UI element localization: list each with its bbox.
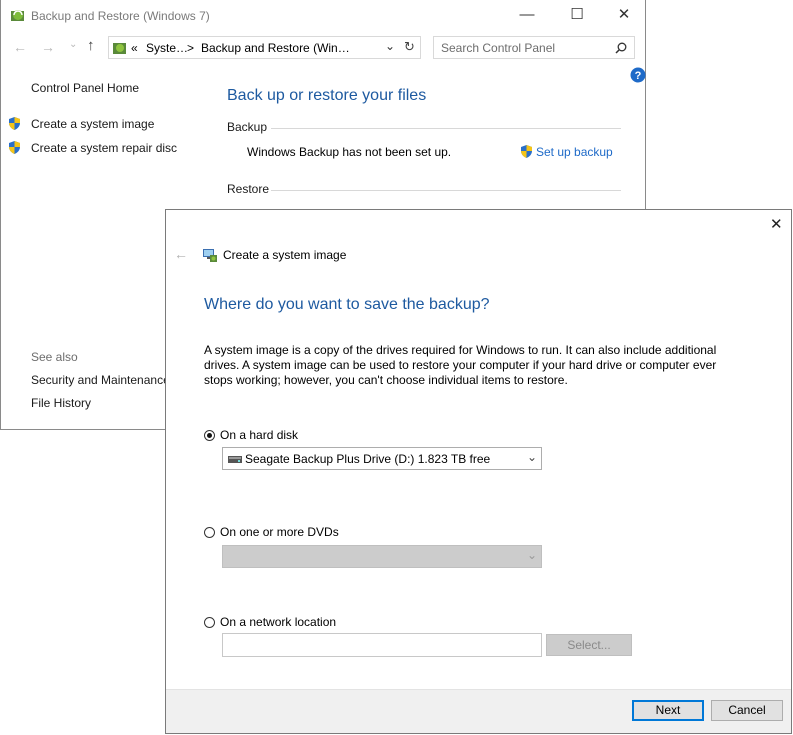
chevron-down-icon: ⌄ — [527, 548, 538, 562]
network-label[interactable]: On a network location — [220, 615, 336, 629]
security-maintenance-link[interactable]: Security and Maintenance — [31, 373, 170, 387]
see-also-header: See also — [31, 350, 78, 364]
uac-shield-icon — [521, 145, 532, 158]
create-repair-disc-link[interactable]: Create a system repair disc — [31, 141, 177, 155]
uac-shield-icon — [9, 117, 20, 130]
hard-disk-select[interactable]: Seagate Backup Plus Drive (D:) 1.823 TB … — [222, 447, 542, 470]
drive-icon — [228, 456, 242, 463]
restore-section-header: Restore — [227, 182, 270, 196]
back-arrow-icon[interactable]: ← — [13, 39, 27, 55]
hard-disk-selected-value: Seagate Backup Plus Drive (D:) 1.823 TB … — [245, 452, 491, 466]
divider — [271, 190, 621, 191]
dialog-description: A system image is a copy of the drives r… — [204, 343, 716, 388]
dialog-back-arrow-icon[interactable]: ← — [174, 246, 188, 262]
set-up-backup-link[interactable]: Set up backup — [536, 145, 613, 159]
hard-disk-label[interactable]: On a hard disk — [220, 428, 298, 442]
address-dropdown-icon[interactable]: ⌄ — [385, 39, 395, 53]
address-overflow[interactable]: « — [131, 41, 138, 55]
dialog-footer: Next Cancel — [166, 689, 791, 733]
dialog-heading: Where do you want to save the backup? — [204, 296, 490, 313]
refresh-icon[interactable]: ↻ — [404, 39, 415, 55]
network-radio[interactable] — [204, 617, 215, 628]
page-heading: Back up or restore your files — [227, 87, 427, 104]
description-line: drives. A system image can be used to re… — [204, 358, 717, 372]
address-bar[interactable]: « Syste… > Backup and Restore (Win… ⌄ ↻ — [108, 36, 421, 59]
maximize-button[interactable]: ☐ — [562, 5, 592, 25]
recent-chevron-icon[interactable]: ⌄ — [69, 39, 77, 50]
create-system-image-dialog: ✕ ← Create a system image Where do you w… — [165, 209, 792, 734]
control-panel-home-link[interactable]: Control Panel Home — [31, 81, 139, 95]
help-icon[interactable]: ? — [630, 67, 646, 83]
system-image-icon — [203, 249, 217, 262]
address-separator[interactable]: > — [187, 41, 194, 55]
create-system-image-link[interactable]: Create a system image — [31, 117, 154, 131]
window-title: Backup and Restore (Windows 7) — [31, 9, 210, 23]
dvds-select: ⌄ — [222, 545, 542, 568]
svg-text:?: ? — [635, 70, 642, 82]
dialog-close-button[interactable]: ✕ — [770, 215, 783, 233]
search-box[interactable]: Search Control Panel — [433, 36, 635, 59]
search-icon[interactable] — [615, 42, 627, 54]
divider — [271, 128, 621, 129]
address-segment-backup[interactable]: Backup and Restore (Win… — [201, 41, 350, 55]
network-location-input[interactable] — [222, 633, 542, 657]
backup-restore-app-icon — [11, 10, 24, 21]
cancel-button[interactable]: Cancel — [711, 700, 783, 721]
uac-shield-icon — [9, 141, 20, 154]
chevron-down-icon: ⌄ — [527, 450, 538, 464]
dvds-radio[interactable] — [204, 527, 215, 538]
backup-status: Windows Backup has not been set up. — [247, 145, 452, 159]
up-arrow-icon[interactable]: ↑ — [87, 37, 95, 54]
next-button[interactable]: Next — [632, 700, 704, 721]
hard-disk-radio[interactable] — [204, 430, 215, 441]
control-panel-icon — [113, 43, 126, 54]
minimize-button[interactable]: — — [512, 5, 542, 25]
close-button[interactable]: ✕ — [609, 5, 639, 25]
description-line: A system image is a copy of the drives r… — [204, 343, 717, 357]
forward-arrow-icon[interactable]: → — [41, 39, 55, 55]
description-line: stops working; however, you can't choose… — [204, 373, 568, 387]
select-network-button: Select... — [546, 634, 632, 656]
dvds-label[interactable]: On one or more DVDs — [220, 525, 339, 539]
search-placeholder[interactable]: Search Control Panel — [441, 41, 555, 55]
backup-section-header: Backup — [227, 120, 268, 134]
file-history-link[interactable]: File History — [31, 396, 91, 410]
dialog-title: Create a system image — [223, 248, 347, 262]
address-segment-system[interactable]: Syste… — [146, 41, 188, 55]
